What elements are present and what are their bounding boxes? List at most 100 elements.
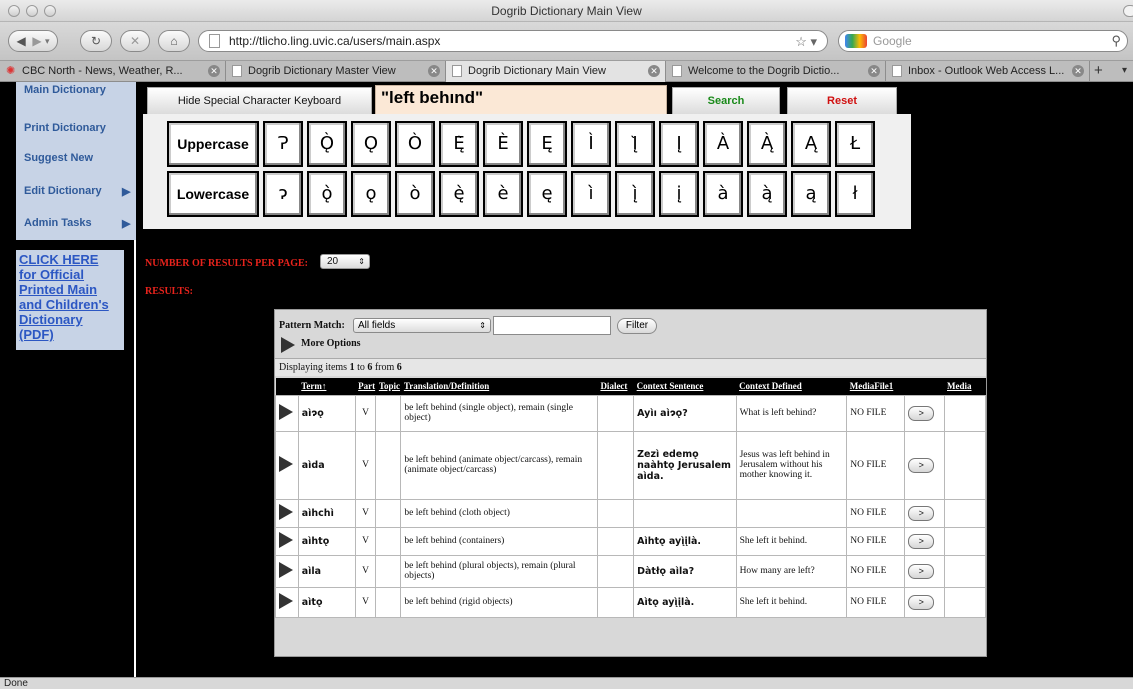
forward-arrow-icon[interactable]: ▶ <box>32 34 41 48</box>
term-cell[interactable]: aìda <box>297 430 356 500</box>
char-key[interactable]: Ǫ̀ <box>307 121 347 167</box>
play-media-button[interactable]: > <box>908 563 935 579</box>
col-context-defined[interactable]: Context Defined <box>736 378 847 395</box>
col-part[interactable]: Part <box>355 378 376 395</box>
search-button[interactable]: Search <box>672 87 780 115</box>
sidebar-item-main-dictionary[interactable]: Main Dictionary <box>24 84 106 96</box>
pdf-link-line[interactable]: Printed Main <box>19 282 124 297</box>
expand-triangle-icon[interactable] <box>281 337 295 353</box>
char-key[interactable]: Ɂ <box>263 121 303 167</box>
play-media-button[interactable]: > <box>908 457 935 473</box>
char-key[interactable]: ą̀ <box>747 171 787 217</box>
tab-welcome[interactable]: Welcome to the Dogrib Dictio... ✕ <box>666 61 886 82</box>
more-options-toggle[interactable]: More Options <box>281 337 361 353</box>
col-translation[interactable]: Translation/Definition <box>400 378 598 395</box>
pdf-link-line[interactable]: CLICK HERE <box>19 252 124 267</box>
back-arrow-icon[interactable]: ◀ <box>16 34 25 48</box>
char-key[interactable]: Ę <box>527 121 567 167</box>
col-term[interactable]: Term↑ <box>298 378 356 395</box>
term-cell[interactable]: aìɂǫ <box>297 394 356 432</box>
tab-main-view[interactable]: Dogrib Dictionary Main View ✕ <box>446 61 666 82</box>
expand-row-icon[interactable] <box>275 394 299 432</box>
char-key[interactable]: Į̀ <box>615 121 655 167</box>
expand-triangle-icon[interactable] <box>279 561 293 578</box>
expand-triangle-icon[interactable] <box>279 403 293 420</box>
tab-cbc-north[interactable]: ✺ CBC North - News, Weather, R... ✕ <box>0 61 226 82</box>
term-cell[interactable]: aìhchì <box>297 498 356 528</box>
char-key[interactable]: ę <box>527 171 567 217</box>
toolbar-toggle-icon[interactable] <box>1123 5 1133 17</box>
char-key[interactable]: ę̀ <box>439 171 479 217</box>
stop-button[interactable]: ✕ <box>120 30 150 52</box>
close-tab-icon[interactable]: ✕ <box>868 65 880 77</box>
back-forward-button[interactable]: ◀ ▶ ▾ <box>8 30 58 52</box>
expand-triangle-icon[interactable] <box>279 503 293 520</box>
char-key[interactable]: Ę̀ <box>439 121 479 167</box>
play-media-button[interactable]: > <box>908 505 935 521</box>
char-key[interactable]: Ò <box>395 121 435 167</box>
char-key[interactable]: Ł <box>835 121 875 167</box>
pdf-link-line[interactable]: (PDF) <box>19 327 124 342</box>
term-cell[interactable]: aìla <box>297 554 356 588</box>
char-key[interactable]: Į <box>659 121 699 167</box>
expand-row-icon[interactable] <box>275 526 299 556</box>
expand-row-icon[interactable] <box>275 554 299 588</box>
char-key[interactable]: ł <box>835 171 875 217</box>
col-topic[interactable]: Topic <box>375 378 401 395</box>
filter-button[interactable]: Filter <box>617 318 657 334</box>
play-media-button[interactable]: > <box>908 405 935 421</box>
new-tab-icon[interactable]: + <box>1094 61 1103 81</box>
sidebar-item-admin-tasks[interactable]: Admin Tasks <box>24 217 92 229</box>
pdf-link-line[interactable]: and Children's <box>19 297 124 312</box>
expand-row-icon[interactable] <box>275 586 299 618</box>
sidebar-item-print-dictionary[interactable]: Print Dictionary <box>24 122 106 134</box>
col-media[interactable]: Media <box>944 378 986 395</box>
close-tab-icon[interactable]: ✕ <box>428 65 440 77</box>
magnifier-icon[interactable]: ⚲ <box>1111 31 1121 51</box>
char-key[interactable]: è <box>483 171 523 217</box>
sidebar-item-suggest-new[interactable]: Suggest New <box>24 152 93 164</box>
per-page-select[interactable]: 20 ⇕ <box>320 254 370 269</box>
filter-input[interactable] <box>493 316 611 335</box>
char-key[interactable]: ò <box>395 171 435 217</box>
play-media-button[interactable]: > <box>908 594 935 610</box>
col-context-sentence[interactable]: Context Sentence <box>633 378 737 395</box>
char-key[interactable]: į <box>659 171 699 217</box>
char-key[interactable]: Ą <box>791 121 831 167</box>
close-tab-icon[interactable]: ✕ <box>1072 65 1084 77</box>
expand-triangle-icon[interactable] <box>279 455 293 472</box>
term-cell[interactable]: aìtǫ <box>297 586 356 618</box>
char-key[interactable]: ǫ <box>351 171 391 217</box>
col-dialect[interactable]: Dialect <box>597 378 634 395</box>
char-key[interactable]: À <box>703 121 743 167</box>
google-icon[interactable] <box>845 34 867 48</box>
tab-inbox[interactable]: Inbox - Outlook Web Access L... ✕ <box>886 61 1090 82</box>
play-media-button[interactable]: > <box>908 533 935 549</box>
tab-master-view[interactable]: Dogrib Dictionary Master View ✕ <box>226 61 446 82</box>
search-input[interactable]: "left behınd" <box>375 85 667 115</box>
search-bar[interactable]: Google ⚲ <box>838 30 1128 52</box>
char-key[interactable]: È <box>483 121 523 167</box>
home-button[interactable]: ⌂ <box>158 30 190 52</box>
hide-keyboard-button[interactable]: Hide Special Character Keyboard <box>147 87 372 115</box>
tab-overflow-icon[interactable]: ▾ <box>1122 61 1127 81</box>
pdf-link-line[interactable]: Dictionary <box>19 312 124 327</box>
expand-triangle-icon[interactable] <box>279 531 293 548</box>
pdf-link-line[interactable]: for Official <box>19 267 124 282</box>
char-key[interactable]: ì <box>571 171 611 217</box>
pattern-match-select[interactable]: All fields ⇕ <box>353 318 491 333</box>
close-tab-icon[interactable]: ✕ <box>648 65 660 77</box>
char-key[interactable]: ą <box>791 171 831 217</box>
char-key[interactable]: Ǫ <box>351 121 391 167</box>
reload-button[interactable]: ↻ <box>80 30 112 52</box>
expand-triangle-icon[interactable] <box>279 592 293 609</box>
char-key[interactable]: Ą̀ <box>747 121 787 167</box>
close-tab-icon[interactable]: ✕ <box>208 65 220 77</box>
col-mediafile1[interactable]: MediaFile1 <box>846 378 905 395</box>
sidebar-item-edit-dictionary[interactable]: Edit Dictionary <box>24 185 102 197</box>
char-key[interactable]: ɂ <box>263 171 303 217</box>
expand-row-icon[interactable] <box>275 430 299 500</box>
reset-button[interactable]: Reset <box>787 87 897 115</box>
bookmark-star-icon[interactable]: ☆ ▾ <box>795 32 817 52</box>
expand-row-icon[interactable] <box>275 498 299 528</box>
